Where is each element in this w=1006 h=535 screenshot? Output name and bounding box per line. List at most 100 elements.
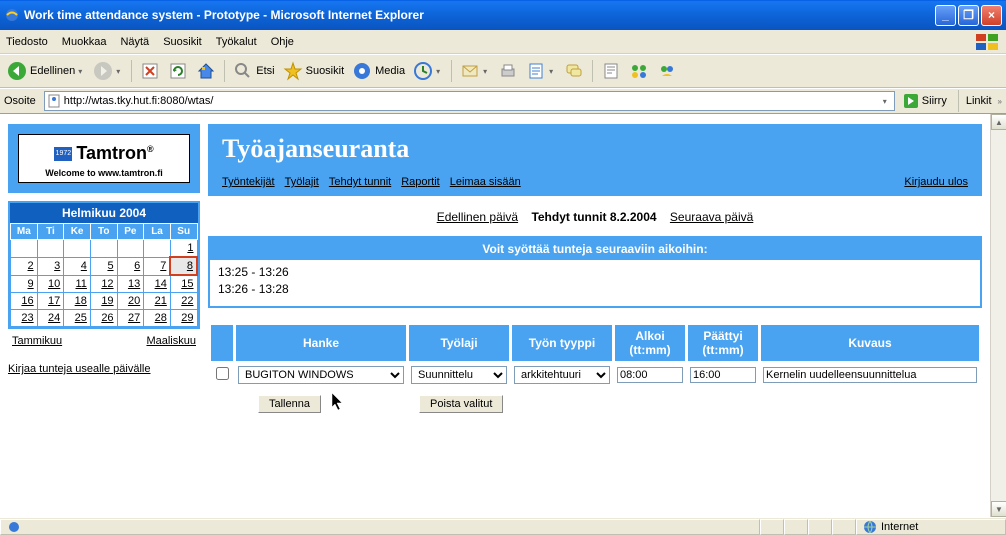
calendar-day[interactable]: 13	[117, 275, 144, 293]
calendar-dow: Ma	[11, 224, 38, 240]
search-button[interactable]: Etsi	[230, 59, 277, 83]
status-cell-4	[832, 519, 856, 535]
calendar-day[interactable]: 4	[64, 257, 91, 275]
calendar-day[interactable]: 22	[170, 293, 197, 310]
calendar-day[interactable]: 2	[11, 257, 38, 275]
history-button[interactable]: ▾	[410, 59, 446, 83]
calendar-day[interactable]: 24	[37, 310, 64, 327]
maximize-button[interactable]: ❐	[958, 5, 979, 26]
home-button[interactable]	[193, 59, 219, 83]
calendar-day[interactable]: 19	[90, 293, 117, 310]
logo-box: 1972 Tamtron® Welcome to www.tamtron.fi	[8, 124, 200, 193]
close-button[interactable]: ×	[981, 5, 1002, 26]
mail-button[interactable]: ▾	[457, 59, 493, 83]
stop-button[interactable]	[137, 59, 163, 83]
nav-reports[interactable]: Raportit	[401, 176, 440, 188]
discuss-button[interactable]	[561, 59, 587, 83]
status-cell-2	[784, 519, 808, 535]
page-icon	[47, 94, 61, 108]
prev-month-link[interactable]: Tammikuu	[12, 335, 62, 347]
go-button[interactable]: Siirry	[899, 91, 951, 111]
calendar-day[interactable]: 15	[170, 275, 197, 293]
delete-button[interactable]: Poista valitut	[419, 395, 503, 413]
tyyppi-select[interactable]: arkkitehtuuri	[514, 366, 610, 384]
calendar-day[interactable]: 17	[37, 293, 64, 310]
calendar-day[interactable]: 26	[90, 310, 117, 327]
calendar-day[interactable]: 29	[170, 310, 197, 327]
calendar-day[interactable]: 10	[37, 275, 64, 293]
print-button[interactable]	[495, 59, 521, 83]
row-checkbox[interactable]	[216, 367, 229, 380]
menu-view[interactable]: Näytä	[120, 36, 149, 48]
top-banner: Työajanseuranta Työntekijät Työlajit Teh…	[208, 124, 982, 196]
messenger-button[interactable]	[654, 59, 680, 83]
calendar-day[interactable]: 28	[144, 310, 171, 327]
calendar-day[interactable]: 20	[117, 293, 144, 310]
address-dropdown[interactable]: ▾	[878, 97, 892, 106]
alkoi-input[interactable]	[617, 367, 683, 383]
status-zone: Internet	[856, 519, 1006, 535]
calendar-day[interactable]: 9	[11, 275, 38, 293]
calendar-day[interactable]: 1	[170, 240, 197, 258]
menu-file[interactable]: Tiedosto	[6, 36, 48, 48]
address-input[interactable]	[64, 95, 878, 107]
calendar-day[interactable]: 12	[90, 275, 117, 293]
calendar-day[interactable]: 5	[90, 257, 117, 275]
extra-button-1[interactable]	[598, 59, 624, 83]
calendar-day[interactable]: 25	[64, 310, 91, 327]
nav-worktypes[interactable]: Työlajit	[285, 176, 319, 188]
kuvaus-input[interactable]	[763, 367, 977, 383]
time-box: Voit syöttää tunteja seuraaviin aikoihin…	[208, 236, 982, 308]
next-day-link[interactable]: Seuraava päivä	[670, 210, 753, 224]
paattyi-input[interactable]	[690, 367, 756, 383]
windows-flag-icon	[974, 32, 1002, 52]
col-tyolaji: Työlaji	[409, 325, 509, 361]
time-range-1: 13:26 - 13:28	[218, 281, 972, 298]
ie-small-icon	[7, 520, 21, 534]
nav-stamp[interactable]: Leimaa sisään	[450, 176, 521, 188]
menu-edit[interactable]: Muokkaa	[62, 36, 107, 48]
time-range-0: 13:25 - 13:26	[218, 264, 972, 281]
sidebar: 1972 Tamtron® Welcome to www.tamtron.fi …	[8, 124, 200, 413]
logout-link[interactable]: Kirjaudu ulos	[904, 176, 968, 188]
calendar-day[interactable]: 27	[117, 310, 144, 327]
calendar-day[interactable]: 21	[144, 293, 171, 310]
scroll-down[interactable]: ▼	[991, 501, 1006, 517]
calendar-day[interactable]: 7	[144, 257, 171, 275]
media-button[interactable]: Media	[349, 59, 408, 83]
forward-button[interactable]: ▾	[90, 59, 126, 83]
refresh-button[interactable]	[165, 59, 191, 83]
menu-tools[interactable]: Työkalut	[216, 36, 257, 48]
calendar-day[interactable]: 23	[11, 310, 38, 327]
nav-hours[interactable]: Tehdyt tunnit	[329, 176, 391, 188]
favorites-button[interactable]: Suosikit	[280, 59, 348, 83]
calendar-day[interactable]: 18	[64, 293, 91, 310]
calendar-dow: Ke	[64, 224, 91, 240]
edit-button[interactable]: ▾	[523, 59, 559, 83]
save-button[interactable]: Tallenna	[258, 395, 321, 413]
tyolaji-select[interactable]: Suunnittelu	[411, 366, 507, 384]
cursor-icon	[332, 393, 346, 413]
calendar: Helmikuu 2004 MaTiKeToPeLaSu 12345678910…	[8, 201, 200, 329]
vertical-scrollbar[interactable]: ▲ ▼	[990, 114, 1006, 517]
calendar-day[interactable]: 16	[11, 293, 38, 310]
calendar-day[interactable]: 3	[37, 257, 64, 275]
hanke-select[interactable]: BUGITON WINDOWS	[238, 366, 404, 384]
nav-employees[interactable]: Työntekijät	[222, 176, 275, 188]
calendar-day[interactable]: 11	[64, 275, 91, 293]
minimize-button[interactable]: _	[935, 5, 956, 26]
calendar-title: Helmikuu 2004	[10, 203, 198, 223]
scroll-up[interactable]: ▲	[991, 114, 1006, 130]
calendar-day[interactable]: 8	[170, 257, 197, 275]
multi-day-link[interactable]: Kirjaa tunteja usealle päivälle	[8, 363, 150, 375]
next-month-link[interactable]: Maaliskuu	[146, 335, 196, 347]
calendar-day[interactable]: 6	[117, 257, 144, 275]
menu-help[interactable]: Ohje	[271, 36, 294, 48]
menu-favorites[interactable]: Suosikit	[163, 36, 202, 48]
extra-button-2[interactable]	[626, 59, 652, 83]
prev-day-link[interactable]: Edellinen päivä	[437, 210, 518, 224]
back-button[interactable]: Edellinen ▾	[4, 59, 88, 83]
address-box[interactable]: ▾	[44, 91, 895, 111]
links-label[interactable]: Linkit	[966, 95, 992, 107]
calendar-day[interactable]: 14	[144, 275, 171, 293]
